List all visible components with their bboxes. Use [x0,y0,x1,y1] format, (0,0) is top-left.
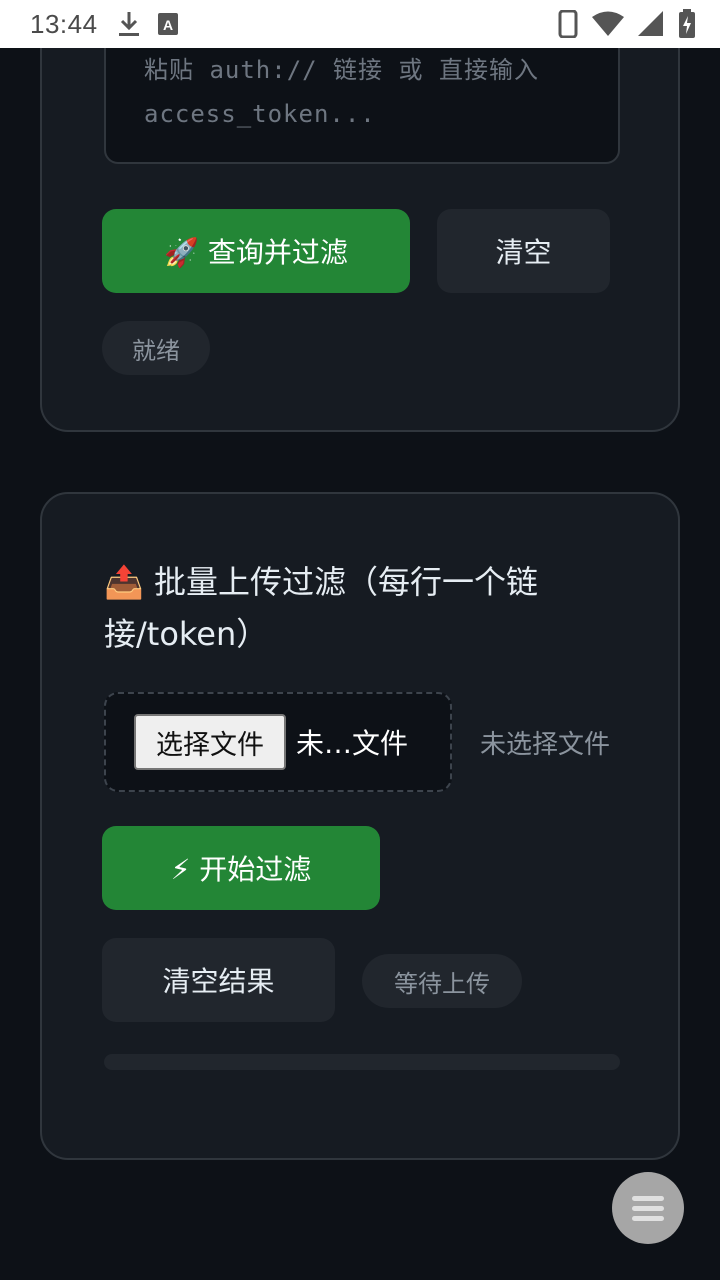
menu-icon [632,1191,664,1226]
status-badge: 就绪 [102,321,210,375]
token-input[interactable]: 粘贴 auth:// 链接 或 直接输入 access_token... [104,32,620,164]
upload-card: 📤 批量上传过滤（每行一个链接/token） 选择文件 未…文件 未选择文件 ⚡… [40,492,680,1160]
choose-file-button[interactable]: 选择文件 [134,714,286,770]
menu-fab-button[interactable] [612,1172,684,1244]
svg-text:A: A [163,17,173,33]
query-card: 粘贴 auth:// 链接 或 直接输入 access_token... 🚀 查… [40,0,680,432]
status-time: 13:44 [30,8,98,39]
keyboard-a-icon: A [157,13,178,35]
upload-status-badge: 等待上传 [362,954,522,1008]
file-name-label: 未…文件 [296,727,409,760]
file-drop-area[interactable]: 选择文件 未…文件 [104,692,452,792]
clear-button[interactable]: 清空 [437,209,610,293]
status-bar: 13:44 A [0,0,720,48]
file-status-text: 未选择文件 [480,730,611,760]
wifi-icon [592,11,624,37]
clear-results-button[interactable]: 清空结果 [102,938,335,1022]
download-icon [118,10,140,38]
start-filter-button[interactable]: ⚡ 开始过滤 [102,826,380,910]
progress-bar [104,1054,620,1070]
signal-icon [638,11,664,37]
battery-charging-icon [678,9,696,39]
upload-card-title: 📤 批量上传过滤（每行一个链接/token） [104,563,539,653]
phone-icon [558,10,578,38]
query-filter-button[interactable]: 🚀 查询并过滤 [102,209,410,293]
